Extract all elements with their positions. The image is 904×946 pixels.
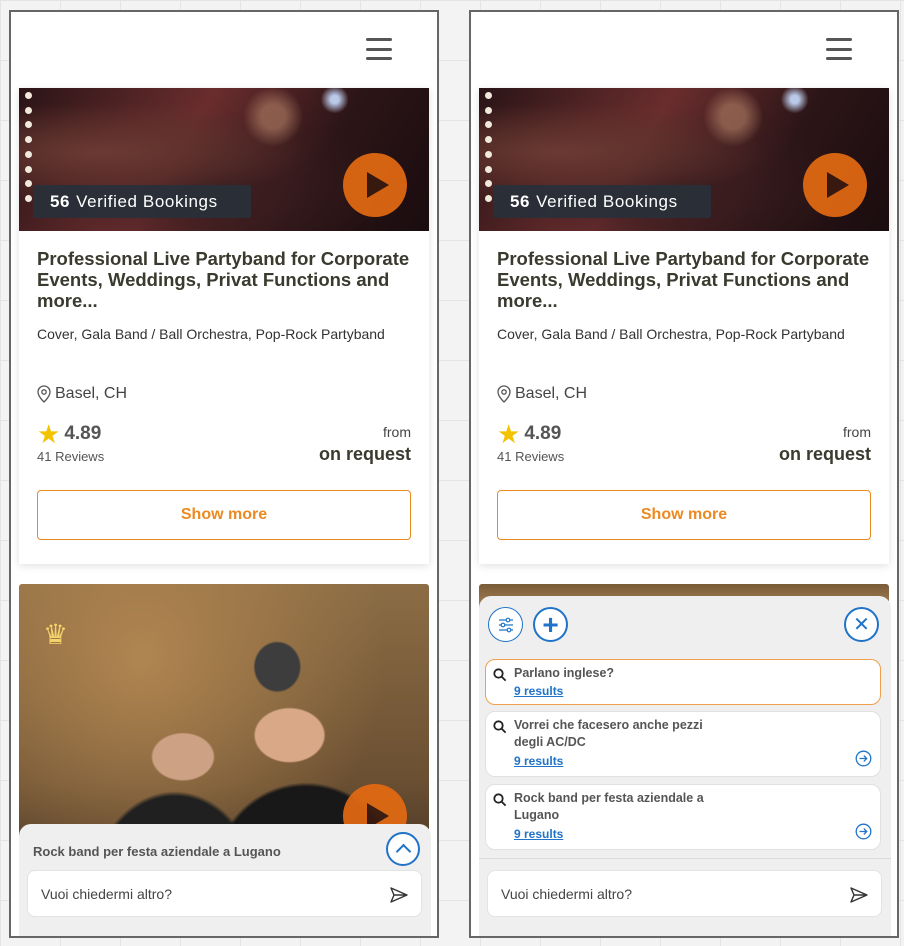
chat-assistant-collapsed: Rock band per festa aziendale a Lugano V… [19,824,431,936]
search-icon [493,793,507,807]
arrow-right-circle-icon[interactable] [855,823,872,840]
suggestion-query: Vorrei che facesero anche pezzi degli AC… [514,718,703,749]
play-video-button[interactable] [343,153,407,217]
close-icon: ✕ [853,614,870,636]
listing-title[interactable]: Professional Live Partyband for Corporat… [37,248,417,311]
bookings-count: 56 [50,191,71,211]
bookings-label: Verified Bookings [76,191,218,211]
panel-divider [479,858,891,859]
crown-icon: ♛ [43,619,69,650]
suggestion-item[interactable]: Rock band per festa aziendale a Lugano 9… [485,784,881,850]
listing-card: 56 Verified Bookings Professional Live P… [19,88,429,564]
listing-card: 56 Verified Bookings Professional Live P… [479,88,889,564]
filter-button[interactable] [488,607,523,642]
sliders-icon [498,617,513,632]
close-chat-button[interactable]: ✕ [844,607,879,642]
star-icon: ★ [497,419,521,449]
suggestion-item[interactable]: Parlano inglese? 9 results [485,659,881,705]
location-pin-icon [497,385,511,403]
location-text: Basel, CH [55,385,128,402]
suggestion-query: Rock band per festa aziendale a Lugano [514,791,704,822]
price: on request [778,444,871,464]
band-photo[interactable]: 56 Verified Bookings [19,88,429,231]
band-photo[interactable]: 56 Verified Bookings [479,88,889,231]
show-more-button[interactable]: Show more [497,490,871,540]
rating-value: 4.89 [524,423,562,444]
chevron-up-icon [395,843,411,860]
rating: ★ 4.89 [37,419,102,449]
rating-value: 4.89 [64,423,102,444]
listing-genres: Cover, Gala Band / Ball Orchestra, Pop-R… [497,326,845,342]
reviews-count[interactable]: 41 Reviews [497,449,564,464]
price: on request [318,444,411,464]
location-pin-icon [37,385,51,403]
price-prefix: from [843,424,871,440]
play-video-button[interactable] [803,153,867,217]
location: Basel, CH [497,385,587,403]
menu-icon[interactable] [366,38,392,60]
arrow-right-circle-icon[interactable] [855,750,872,767]
chat-input-placeholder: Vuoi chiedermi altro? [41,885,172,902]
suggestion-query: Parlano inglese? [514,666,615,680]
expand-chat-button[interactable] [386,832,420,866]
chat-input-placeholder: Vuoi chiedermi altro? [501,885,632,902]
verified-bookings-badge: 56 Verified Bookings [493,185,711,218]
left-phone-frame: 56 Verified Bookings Professional Live P… [9,10,439,938]
listing-genres: Cover, Gala Band / Ball Orchestra, Pop-R… [37,326,385,342]
location: Basel, CH [37,385,127,403]
verified-bookings-badge: 56 Verified Bookings [33,185,251,218]
star-icon: ★ [37,419,61,449]
menu-icon[interactable] [826,38,852,60]
right-phone-frame: 56 Verified Bookings Professional Live P… [469,10,899,938]
chat-input[interactable]: Vuoi chiedermi altro? [27,870,422,917]
rating: ★ 4.89 [497,419,562,449]
suggestion-results-link[interactable]: 9 results [514,827,563,841]
show-more-button[interactable]: Show more [37,490,411,540]
chat-input[interactable]: Vuoi chiedermi altro? [487,870,882,917]
search-icon [493,720,507,734]
suggestion-results-link[interactable]: 9 results [514,684,563,698]
plus-icon: + [542,608,559,640]
bookings-label: Verified Bookings [536,191,678,211]
reviews-count[interactable]: 41 Reviews [37,449,104,464]
suggestion-results-link[interactable]: 9 results [514,754,563,768]
search-icon [493,668,507,682]
suggestion-item[interactable]: Vorrei che facesero anche pezzi degli AC… [485,711,881,777]
price-prefix: from [383,424,411,440]
bookings-count: 56 [510,191,531,211]
chat-assistant-panel: + ✕ Parlano inglese? 9 results Vorrei ch… [479,596,891,936]
location-text: Basel, CH [515,385,588,402]
add-button[interactable]: + [533,607,568,642]
send-icon[interactable] [849,885,869,905]
send-icon[interactable] [389,885,409,905]
listing-title[interactable]: Professional Live Partyband for Corporat… [497,248,877,311]
current-query: Rock band per festa aziendale a Lugano [33,844,281,859]
